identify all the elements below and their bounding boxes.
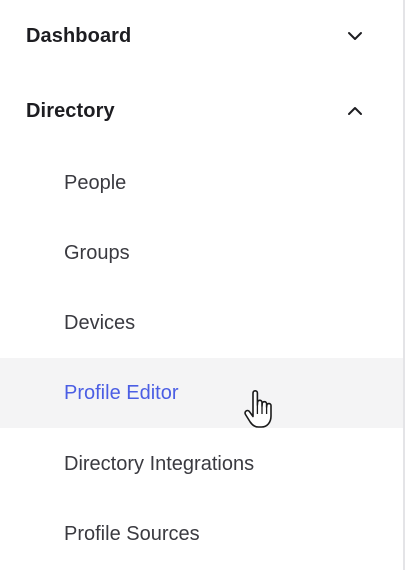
chevron-down-icon[interactable] — [345, 26, 365, 46]
nav-item-people[interactable]: People — [0, 148, 403, 218]
nav-section-dashboard[interactable]: Dashboard — [0, 6, 403, 66]
nav-item-label: Profile Sources — [64, 522, 200, 545]
sidebar-nav: Dashboard Directory People Groups Device… — [0, 0, 405, 570]
nav-item-label: Profile Editor — [64, 381, 179, 404]
chevron-up-icon[interactable] — [345, 101, 365, 121]
nav-section-directory-label: Directory — [26, 99, 115, 122]
nav-item-profile-sources[interactable]: Profile Sources — [0, 499, 403, 569]
nav-item-devices[interactable]: Devices — [0, 288, 403, 358]
nav-item-profile-editor[interactable]: Profile Editor — [0, 358, 403, 428]
nav-item-label: Devices — [64, 311, 136, 334]
nav-item-label: Directory Integrations — [64, 452, 255, 475]
nav-item-label: People — [64, 171, 127, 194]
nav-item-groups[interactable]: Groups — [0, 218, 403, 288]
nav-section-directory[interactable]: Directory — [0, 81, 403, 141]
nav-section-dashboard-label: Dashboard — [26, 24, 132, 47]
nav-item-label: Groups — [64, 241, 130, 264]
nav-item-directory-integrations[interactable]: Directory Integrations — [0, 429, 403, 499]
